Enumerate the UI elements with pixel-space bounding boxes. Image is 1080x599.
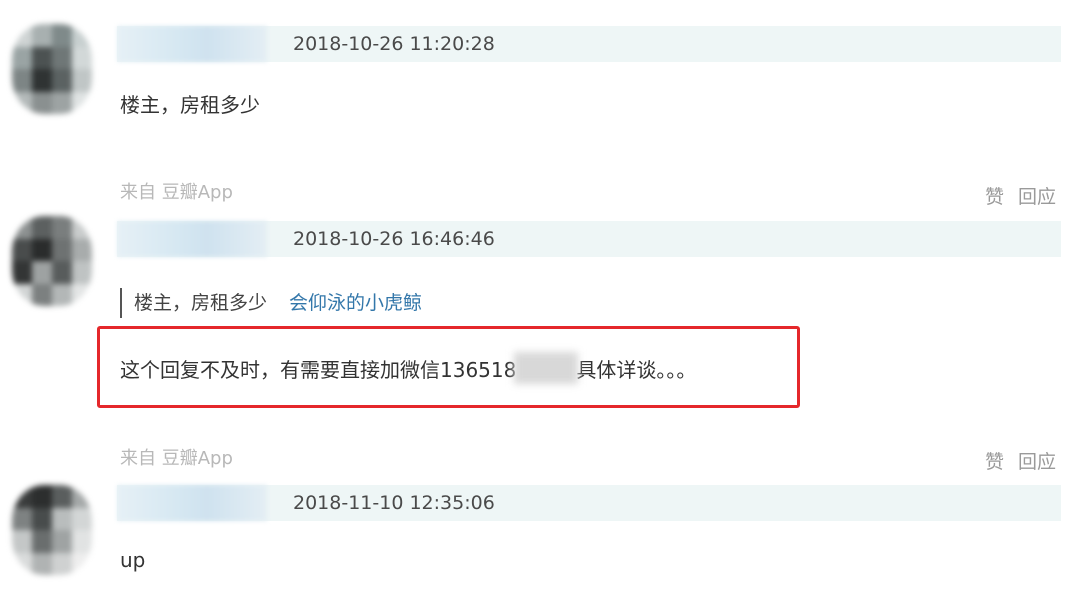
- username[interactable]: [117, 26, 267, 62]
- comment-header: 2018-10-26 11:20:28: [117, 26, 1061, 62]
- reply-suffix: 具体详谈。。。: [576, 358, 697, 382]
- like-button[interactable]: 赞: [985, 186, 1004, 208]
- reply-prefix: 这个回复不及时，有需要直接加微信: [120, 358, 440, 382]
- comment-source: 来自 豆瓣App: [120, 182, 233, 203]
- redacted-region: [514, 351, 579, 384]
- avatar[interactable]: [12, 24, 92, 114]
- quoted-author-link[interactable]: 会仰泳的小虎鲸: [289, 292, 422, 314]
- avatar[interactable]: [12, 485, 92, 575]
- avatar[interactable]: [12, 216, 92, 306]
- comment-timestamp: 2018-11-10 12:35:06: [293, 492, 495, 514]
- comment-text: 楼主，房租多少: [120, 93, 260, 117]
- comment-header: 2018-10-26 16:46:46: [117, 221, 1061, 257]
- comment-header: 2018-11-10 12:35:06: [117, 485, 1061, 521]
- reply-number: 136518: [440, 358, 517, 382]
- quoted-text: 楼主，房租多少: [134, 292, 268, 314]
- comment-source: 来自 豆瓣App: [120, 448, 233, 469]
- username[interactable]: [117, 485, 267, 521]
- comment-timestamp: 2018-10-26 16:46:46: [293, 228, 495, 250]
- quoted-comment: 楼主，房租多少 会仰泳的小虎鲸: [120, 288, 422, 318]
- comment-timestamp: 2018-10-26 11:20:28: [293, 33, 495, 55]
- reply-text: 这个回复不及时，有需要直接加微信136518 具体详谈。。。: [120, 351, 697, 384]
- reply-button[interactable]: 回应: [1018, 186, 1056, 208]
- like-button[interactable]: 赞: [985, 451, 1004, 473]
- reply-button[interactable]: 回应: [1018, 451, 1056, 473]
- comment-text: up: [120, 548, 146, 572]
- comment-actions: 赞回应: [971, 447, 1056, 474]
- username[interactable]: [117, 221, 267, 257]
- comment-actions: 赞回应: [971, 182, 1056, 209]
